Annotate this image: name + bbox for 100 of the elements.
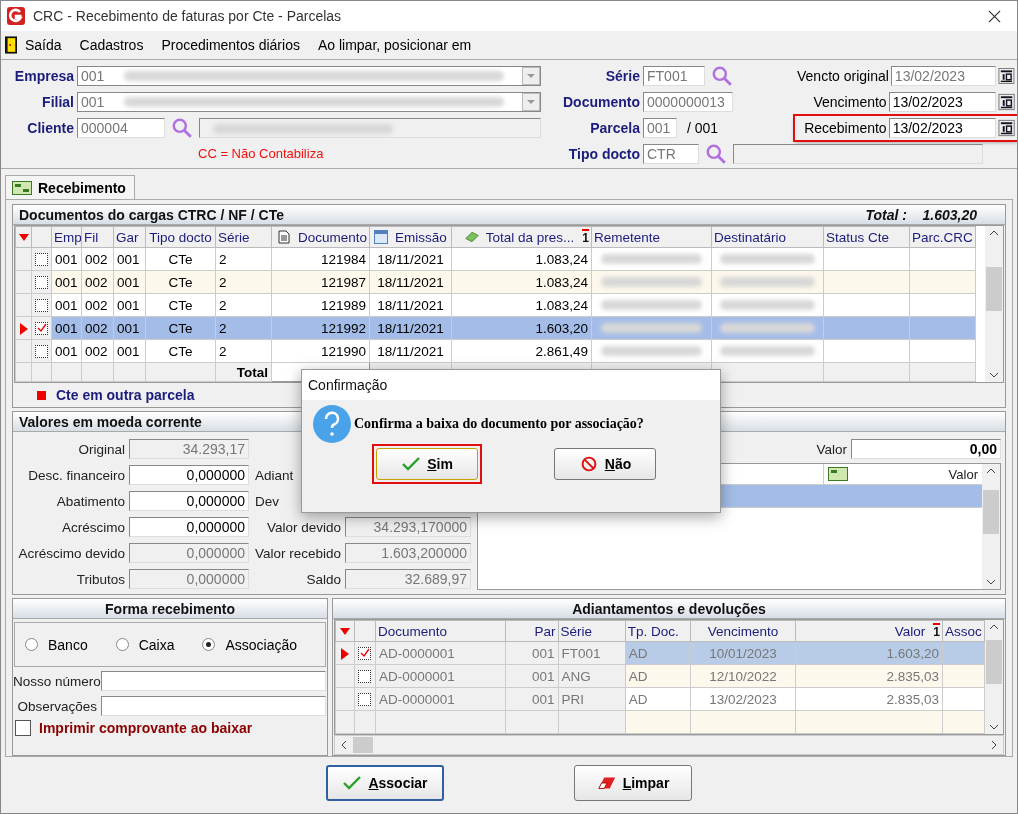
column-header[interactable]: Assoc [942, 620, 985, 642]
column-header[interactable]: Tp. Doc. [625, 620, 691, 642]
dialog-message: Confirma a baixa do documento por associação? [354, 416, 644, 432]
table-cell: 001 [51, 339, 82, 363]
exit-door-icon[interactable] [5, 35, 17, 55]
field-label: Série [604, 68, 641, 84]
search-icon[interactable] [705, 143, 727, 165]
chevron-right-icon[interactable] [991, 740, 997, 750]
column-header[interactable]: Valor [938, 466, 982, 482]
field-label: Desc. financeiro [27, 467, 126, 483]
chevron-left-icon[interactable] [341, 740, 347, 750]
checkbox[interactable] [358, 670, 372, 684]
field-label: Observações [16, 698, 98, 714]
calendar-button-icon[interactable] [997, 119, 1015, 137]
client-field[interactable]: 000004 [77, 118, 165, 138]
column-header[interactable]: Série [215, 226, 272, 248]
document-field[interactable]: 0000000013 [643, 92, 733, 112]
column-header[interactable]: Fil [81, 226, 114, 248]
filter-icon[interactable] [18, 233, 29, 242]
column-header[interactable]: Tipo docto [145, 226, 216, 248]
field-label: Vencimento [812, 94, 888, 110]
series-field[interactable]: FT001 [643, 66, 705, 86]
company-combo[interactable]: 001 [77, 66, 541, 86]
grand-total: Total : 1.603,20 [865, 206, 977, 223]
chevron-down-icon[interactable] [989, 372, 999, 378]
menu-item[interactable]: Saída [25, 37, 62, 53]
menu-item[interactable]: Ao limpar, posicionar em [317, 37, 472, 53]
checkbox[interactable] [35, 253, 48, 267]
dialog-title: Confirmação [302, 370, 720, 400]
branch-combo[interactable]: 001 [77, 92, 541, 112]
column-header[interactable]: Documento [375, 620, 506, 642]
amount-field[interactable]: 0,000000 [129, 465, 249, 485]
column-header[interactable]: Parc.CRC [909, 226, 976, 248]
table-cell: 001 [113, 339, 146, 363]
calendar-button-icon[interactable] [997, 93, 1015, 111]
group-title: Adiantamentos e devoluções [572, 600, 766, 617]
table-cell: 002 [81, 247, 114, 271]
checkbox[interactable] [358, 647, 372, 661]
table-cell: 1.083,24 [451, 247, 592, 271]
column-header[interactable]: Emp [51, 226, 82, 248]
scrollbar[interactable] [982, 464, 1000, 589]
column-header[interactable]: Destinatário [711, 226, 824, 248]
search-icon[interactable] [171, 117, 193, 139]
input-field[interactable] [101, 671, 326, 691]
field-label: Adiant [254, 467, 295, 483]
column-header[interactable]: Status Cte [823, 226, 910, 248]
column-header[interactable]: Par [505, 620, 559, 642]
table-cell: 121989 [271, 293, 370, 317]
close-icon[interactable] [988, 9, 1001, 23]
checkbox[interactable] [35, 276, 48, 290]
radio-option[interactable]: Banco [25, 636, 88, 653]
field-label: Cliente [26, 120, 75, 136]
column-header[interactable]: Vencimento [690, 620, 796, 642]
associate-button[interactable]: Associar [326, 765, 444, 801]
chevron-up-icon[interactable] [989, 230, 999, 236]
checkbox[interactable] [358, 693, 372, 707]
chevron-down-icon[interactable] [989, 724, 999, 730]
chevron-down-icon[interactable] [986, 579, 996, 585]
field-label: Documento [562, 94, 641, 110]
checkbox[interactable] [35, 322, 48, 336]
scrollbar[interactable] [985, 226, 1003, 382]
yes-button[interactable]: Sim [376, 448, 478, 480]
column-header[interactable]: Valor 1 [795, 620, 943, 642]
table-cell: 2 [215, 293, 272, 317]
checkbox[interactable] [15, 720, 31, 736]
menu-item[interactable]: Cadastros [79, 37, 144, 53]
field-label: Vencto original [797, 68, 890, 84]
search-icon[interactable] [711, 65, 733, 87]
column-header[interactable]: Total da pres... 1 [451, 226, 592, 248]
document-icon [277, 229, 292, 244]
amount-field[interactable]: 0,000000 [129, 517, 249, 537]
radio-option[interactable]: Caixa [115, 636, 175, 653]
no-button[interactable]: Não [554, 448, 656, 480]
amount-field[interactable]: 0,000000 [129, 491, 249, 511]
date-field[interactable]: 13/02/2023 [888, 92, 996, 112]
scroll-thumb[interactable] [353, 737, 373, 753]
chevron-up-icon[interactable] [989, 624, 999, 630]
input-field[interactable] [101, 696, 326, 716]
filter-icon[interactable] [339, 627, 350, 636]
installment-field[interactable]: 001 [643, 118, 677, 138]
scrollbar[interactable] [334, 735, 1004, 755]
clear-button[interactable]: Limpar [574, 765, 692, 801]
table-cell: 2.835,03 [795, 687, 943, 711]
column-header[interactable]: Emissão [369, 226, 452, 248]
radio-option[interactable]: Associação [202, 636, 297, 653]
doc-type-field[interactable]: CTR [643, 144, 699, 164]
column-header[interactable]: Gar [113, 226, 146, 248]
tab[interactable]: Recebimento [5, 175, 135, 199]
scrollbar[interactable] [985, 620, 1003, 734]
chevron-up-icon[interactable] [986, 468, 996, 474]
column-header[interactable]: Documento [271, 226, 370, 248]
column-header[interactable]: Série [558, 620, 626, 642]
column-header[interactable]: Remetente [591, 226, 712, 248]
checkbox[interactable] [35, 299, 48, 313]
field-label: Abatimento [55, 493, 126, 509]
amount-field[interactable]: 0,00 [851, 439, 1001, 459]
menu-item[interactable]: Procedimentos diários [161, 37, 300, 53]
date-field[interactable]: 13/02/2023 [888, 118, 996, 138]
checkbox[interactable] [35, 345, 48, 359]
app-logo-icon [7, 7, 25, 25]
